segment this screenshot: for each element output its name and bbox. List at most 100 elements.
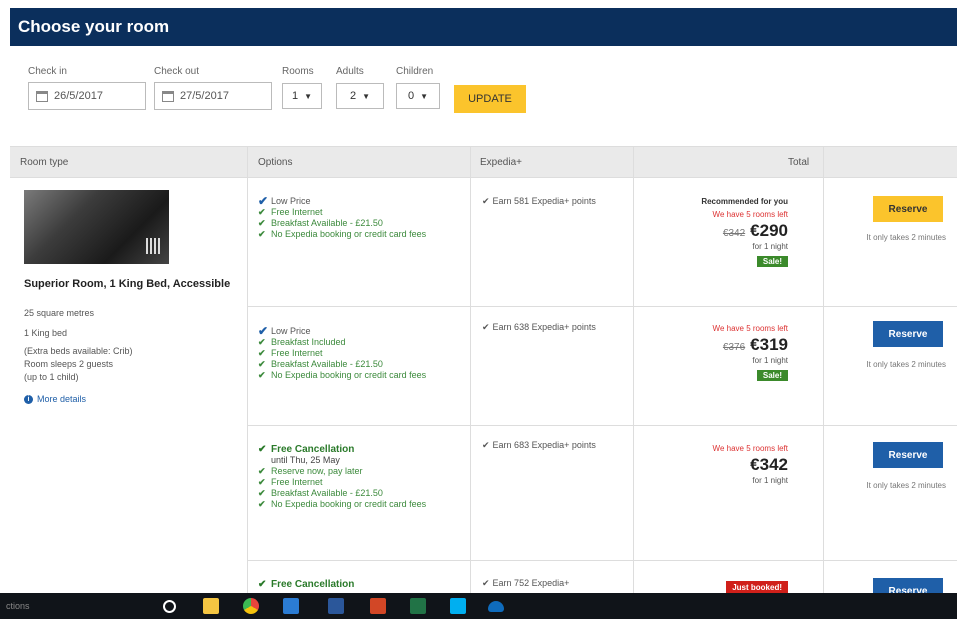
room-size: 25 square metres (24, 308, 95, 318)
per-night: for 1 night (752, 242, 788, 251)
option-item: ✔ Free Cancellation (258, 444, 463, 455)
checkout-field[interactable]: 27/5/2017 (154, 82, 272, 110)
check-icon: ✔ (258, 359, 266, 369)
option-item: ✔ Breakfast Available - £21.50 (258, 359, 463, 370)
skype-icon[interactable] (450, 598, 466, 614)
room-bed: 1 King bed (24, 328, 68, 338)
check-icon: ✔ (482, 322, 490, 332)
option-text: No Expedia booking or credit card fees (271, 370, 427, 380)
check-icon: ✔ (258, 444, 267, 455)
search-form: Check in 26/5/2017 Check out 27/5/2017 R… (10, 46, 957, 146)
option-item: ✔ No Expedia booking or credit card fees (258, 370, 463, 381)
chevron-down-icon: ▼ (362, 91, 371, 101)
check-icon: ✔ (258, 337, 266, 347)
calendar-icon (36, 90, 48, 102)
file-explorer-icon[interactable] (203, 598, 219, 614)
check-icon: ✔ (258, 207, 266, 217)
taskbar-search-text[interactable]: ctions (6, 601, 30, 611)
expedia-points: ✔ Earn 683 Expedia+ points (482, 440, 622, 451)
rooms-select[interactable]: 1 ▼ (282, 83, 322, 109)
header-options: Options (258, 157, 293, 168)
option-text: Free Internet (271, 348, 323, 358)
takes-note: It only takes 2 minutes (866, 481, 946, 490)
column-divider (470, 146, 471, 593)
chevron-down-icon: ▼ (304, 91, 313, 101)
takes-note: It only takes 2 minutes (866, 360, 946, 369)
page-header: Choose your room (10, 8, 957, 46)
option-item: ✔ No Expedia booking or credit card fees (258, 499, 463, 510)
expedia-points-text: Earn 683 Expedia+ points (492, 440, 596, 450)
option-text: Breakfast Available - £21.50 (271, 488, 383, 498)
old-price: €376 (722, 342, 746, 353)
room-photo[interactable] (24, 190, 169, 264)
check-icon: ✔ (258, 324, 269, 338)
powerpoint-icon[interactable] (370, 598, 386, 614)
option-item: ✔ Reserve now, pay later (258, 466, 463, 477)
checkin-value: 26/5/2017 (54, 90, 103, 102)
room-children: (up to 1 child) (24, 372, 79, 382)
row-divider (247, 425, 957, 426)
check-icon: ✔ (482, 440, 490, 450)
check-icon: ✔ (482, 196, 490, 206)
word-icon[interactable] (328, 598, 344, 614)
option-text: Free Cancellation (271, 444, 355, 455)
header-total: Total (788, 157, 810, 168)
rate-options: ✔ Low Price ✔ Breakfast Included ✔ Free Inter… (258, 324, 463, 381)
sale-badge: Sale! (756, 256, 788, 267)
option-text: Breakfast Available - £21.50 (271, 359, 383, 369)
column-divider (633, 146, 634, 593)
onedrive-icon[interactable] (488, 601, 504, 612)
option-text: No Expedia booking or credit card fees (271, 499, 427, 509)
reserve-button[interactable]: Reserve (873, 442, 943, 468)
windows-taskbar: ctions (0, 593, 957, 619)
check-icon: ✔ (258, 466, 266, 476)
rooms-label: Rooms (282, 66, 314, 77)
option-item: ✔ No Expedia booking or credit card fees (258, 229, 463, 240)
check-icon: ✔ (258, 488, 266, 498)
rate-options: ✔ Free Cancellation (258, 579, 463, 590)
reserve-button[interactable]: Reserve (873, 321, 943, 347)
option-text: Breakfast Included (271, 337, 346, 347)
price-cell: Recommended for you We have 5 rooms left… (636, 197, 788, 269)
cortana-icon[interactable] (163, 600, 176, 613)
check-icon: ✔ (258, 218, 266, 228)
expedia-points: ✔ Earn 752 Expedia+ (482, 578, 622, 589)
recommended-label: Recommended for you (701, 197, 788, 206)
check-icon: ✔ (258, 499, 266, 509)
page-title: Choose your room (18, 17, 170, 36)
chevron-down-icon: ▼ (420, 91, 429, 101)
expedia-points: ✔ Earn 581 Expedia+ points (482, 196, 622, 207)
adults-value: 2 (349, 90, 357, 102)
column-divider (247, 146, 248, 593)
checkin-field[interactable]: 26/5/2017 (28, 82, 146, 110)
update-button[interactable]: UPDATE (454, 85, 526, 113)
check-icon: ✔ (258, 477, 266, 487)
option-item: until Thu, 25 May (258, 455, 463, 466)
price-cell: We have 5 rooms left €342 for 1 night (636, 440, 788, 485)
check-icon: ✔ (258, 229, 266, 239)
option-item: ✔ Free Internet (258, 207, 463, 218)
header-expedia: Expedia+ (480, 157, 522, 168)
old-price: €342 (722, 228, 746, 239)
option-text: No Expedia booking or credit card fees (271, 229, 427, 239)
photo-detail (146, 238, 160, 254)
reserve-button[interactable]: Reserve (873, 196, 943, 222)
children-select[interactable]: 0 ▼ (396, 83, 440, 109)
excel-icon[interactable] (410, 598, 426, 614)
more-details-link[interactable]: i More details (24, 394, 86, 404)
expedia-points-text: Earn 752 Expedia+ (492, 578, 570, 588)
row-divider (247, 560, 957, 561)
children-value: 0 (407, 90, 415, 102)
info-icon: i (24, 394, 33, 404)
adults-select[interactable]: 2 ▼ (336, 83, 384, 109)
option-item: ✔ Low Price (258, 324, 463, 338)
outlook-icon[interactable] (283, 598, 299, 614)
takes-note: It only takes 2 minutes (866, 233, 946, 242)
price-cell: We have 5 rooms left €376 €319 for 1 nigh… (636, 320, 788, 383)
adults-label: Adults (336, 66, 364, 77)
option-text: Breakfast Available - £21.50 (271, 218, 383, 228)
per-night: for 1 night (752, 476, 788, 485)
rate-options: ✔ Low Price ✔ Free Internet ✔ Breakfast Avail… (258, 195, 463, 240)
per-night: for 1 night (752, 356, 788, 365)
chrome-icon[interactable] (243, 598, 259, 614)
